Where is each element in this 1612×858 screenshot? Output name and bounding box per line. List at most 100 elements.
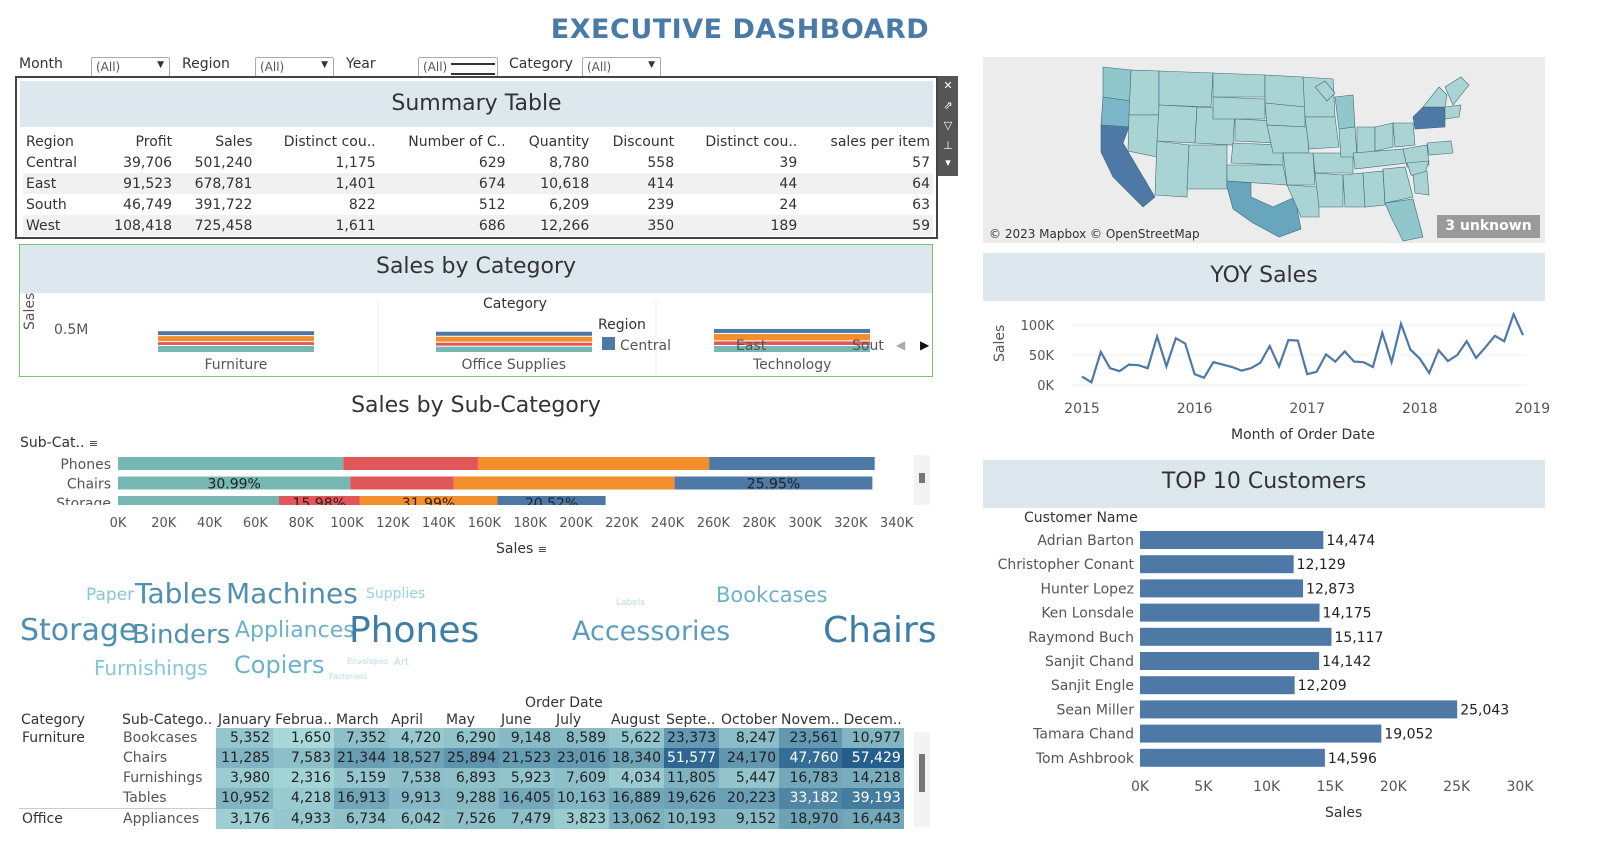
- scrollbar-thumb[interactable]: [919, 754, 925, 792]
- summary-col-header[interactable]: Sales: [175, 131, 255, 152]
- pin-icon[interactable]: ⊥: [938, 136, 958, 156]
- legend-next-icon[interactable]: ▶: [920, 338, 929, 352]
- heatmap-cell[interactable]: 9,913: [388, 788, 444, 809]
- subcategory-scrollbar[interactable]: [914, 455, 930, 505]
- heatmap-cell[interactable]: 9,152: [718, 808, 780, 829]
- filter-icon[interactable]: ▽: [938, 116, 958, 136]
- word-storage[interactable]: Storage: [20, 616, 137, 646]
- word-paper[interactable]: Paper: [86, 587, 134, 604]
- heatmap-col-header[interactable]: June: [499, 712, 554, 728]
- heatmap-cell[interactable]: 8,589: [553, 728, 609, 748]
- heatmap-cell[interactable]: 16,783: [779, 768, 842, 788]
- word-fasteners[interactable]: Fasteners: [329, 673, 367, 681]
- heatmap-cell[interactable]: 16,443: [841, 808, 904, 829]
- heatmap-cell[interactable]: 13,062: [608, 808, 664, 829]
- heatmap-col-header[interactable]: Februa..: [273, 712, 334, 728]
- heatmap-cell[interactable]: 4,034: [608, 768, 664, 788]
- heatmap-cell[interactable]: 10,952: [216, 788, 274, 809]
- word-accessories[interactable]: Accessories: [572, 618, 730, 645]
- heatmap-col-header[interactable]: August: [609, 712, 664, 728]
- word-bookcases[interactable]: Bookcases: [716, 585, 827, 606]
- us-map[interactable]: © 2023 Mapbox © OpenStreetMap 3 unknown: [983, 57, 1545, 243]
- summary-col-header[interactable]: Region: [23, 131, 95, 152]
- heatmap-cell[interactable]: 23,016: [553, 748, 609, 768]
- heatmap-cell[interactable]: 2,316: [273, 768, 334, 788]
- word-chairs[interactable]: Chairs: [823, 613, 937, 649]
- summary-col-header[interactable]: Number of C..: [379, 131, 509, 152]
- heatmap-col-header[interactable]: Sub-Catego..: [120, 712, 216, 728]
- heatmap-cell[interactable]: 5,923: [498, 768, 554, 788]
- summary-panel[interactable]: Summary Table Region Profit Sales Distinct …: [15, 76, 938, 239]
- heatmap-cell[interactable]: 51,577: [663, 748, 719, 768]
- word-art[interactable]: Art: [394, 658, 409, 668]
- word-supplies[interactable]: Supplies: [366, 587, 425, 601]
- summary-col-header[interactable]: Distinct cou..: [255, 131, 378, 152]
- heatmap-cell[interactable]: 7,609: [553, 768, 609, 788]
- heatmap-col-header[interactable]: January: [216, 712, 273, 728]
- word-envelopes[interactable]: Envelopes: [347, 658, 388, 666]
- heatmap-cell[interactable]: 25,894: [443, 748, 499, 768]
- heatmap-cell[interactable]: 18,527: [388, 748, 444, 768]
- heatmap-cell[interactable]: 18,970: [779, 808, 842, 829]
- summary-col-header[interactable]: Profit: [95, 131, 175, 152]
- subcategory-scroll-area[interactable]: Phones Chairs 30.99% 25.95% Storage 15.98% 31.…: [19, 455, 914, 505]
- heatmap-cell[interactable]: 10,977: [841, 728, 904, 748]
- close-icon[interactable]: ✕: [938, 76, 958, 96]
- summary-col-header[interactable]: Quantity: [509, 131, 593, 152]
- heatmap-cell[interactable]: 5,622: [608, 728, 664, 748]
- heatmap-cell[interactable]: 6,042: [388, 808, 444, 829]
- heatmap-col-header[interactable]: Novem..: [779, 712, 841, 728]
- heatmap-cell[interactable]: 6,734: [333, 808, 389, 829]
- heatmap-cell[interactable]: 57,429: [841, 748, 904, 768]
- word-furnishings[interactable]: Furnishings: [94, 658, 208, 678]
- unknown-badge[interactable]: 3 unknown: [1437, 215, 1540, 238]
- word-machines[interactable]: Machines: [226, 580, 358, 608]
- heatmap-cell[interactable]: 7,583: [273, 748, 334, 768]
- heatmap-cell[interactable]: 10,193: [663, 808, 719, 829]
- heatmap-cell[interactable]: 23,561: [779, 728, 842, 748]
- heatmap-col-header[interactable]: March: [334, 712, 389, 728]
- word-copiers[interactable]: Copiers: [234, 653, 324, 677]
- heatmap-cell[interactable]: 4,218: [273, 788, 334, 809]
- word-tables[interactable]: Tables: [135, 580, 222, 608]
- filter-month-dropdown[interactable]: (All) ▼: [91, 57, 170, 77]
- heatmap-cell[interactable]: 9,148: [498, 728, 554, 748]
- heatmap-cell[interactable]: 24,170: [718, 748, 780, 768]
- heatmap-cell[interactable]: 16,889: [608, 788, 664, 809]
- heatmap-cell[interactable]: 7,352: [333, 728, 389, 748]
- heatmap-col-header[interactable]: May: [444, 712, 499, 728]
- heatmap-cell[interactable]: 3,823: [553, 808, 609, 829]
- heatmap-cell[interactable]: 5,159: [333, 768, 389, 788]
- heatmap-cell[interactable]: 39,193: [841, 788, 904, 809]
- heatmap-col-header[interactable]: Category: [19, 712, 120, 728]
- sort-icon[interactable]: ≡: [538, 543, 547, 556]
- word-binders[interactable]: Binders: [132, 622, 230, 648]
- heatmap-cell[interactable]: 7,526: [443, 808, 499, 829]
- heatmap-cell[interactable]: 7,479: [498, 808, 554, 829]
- more-icon[interactable]: ▾: [938, 156, 958, 174]
- heatmap-cell[interactable]: 21,523: [498, 748, 554, 768]
- heatmap-cell[interactable]: 8,247: [718, 728, 780, 748]
- summary-col-header[interactable]: Distinct cou..: [677, 131, 800, 152]
- heatmap-cell[interactable]: 6,290: [443, 728, 499, 748]
- heatmap-cell[interactable]: 19,626: [663, 788, 719, 809]
- heatmap-cell[interactable]: 18,340: [608, 748, 664, 768]
- word-labels[interactable]: Labels: [616, 599, 645, 608]
- heatmap-cell[interactable]: 4,720: [388, 728, 444, 748]
- scrollbar-thumb[interactable]: [919, 473, 925, 483]
- heatmap-cell[interactable]: 11,805: [663, 768, 719, 788]
- heatmap-cell[interactable]: 10,163: [553, 788, 609, 809]
- heatmap-cell[interactable]: 47,760: [779, 748, 842, 768]
- heatmap-cell[interactable]: 5,447: [718, 768, 780, 788]
- heatmap-cell[interactable]: 3,176: [216, 808, 274, 829]
- heatmap-cell[interactable]: 14,218: [841, 768, 904, 788]
- filter-region-dropdown[interactable]: (All) ▼: [255, 57, 334, 77]
- heatmap-cell[interactable]: 6,893: [443, 768, 499, 788]
- heatmap-cell[interactable]: 23,373: [663, 728, 719, 748]
- heatmap-cell[interactable]: 7,538: [388, 768, 444, 788]
- heatmap-scrollbar[interactable]: [914, 732, 930, 827]
- heatmap-cell[interactable]: 16,405: [498, 788, 554, 809]
- word-appliances[interactable]: Appliances: [235, 620, 355, 642]
- heatmap-col-header[interactable]: July: [554, 712, 609, 728]
- word-phones[interactable]: Phones: [349, 613, 479, 649]
